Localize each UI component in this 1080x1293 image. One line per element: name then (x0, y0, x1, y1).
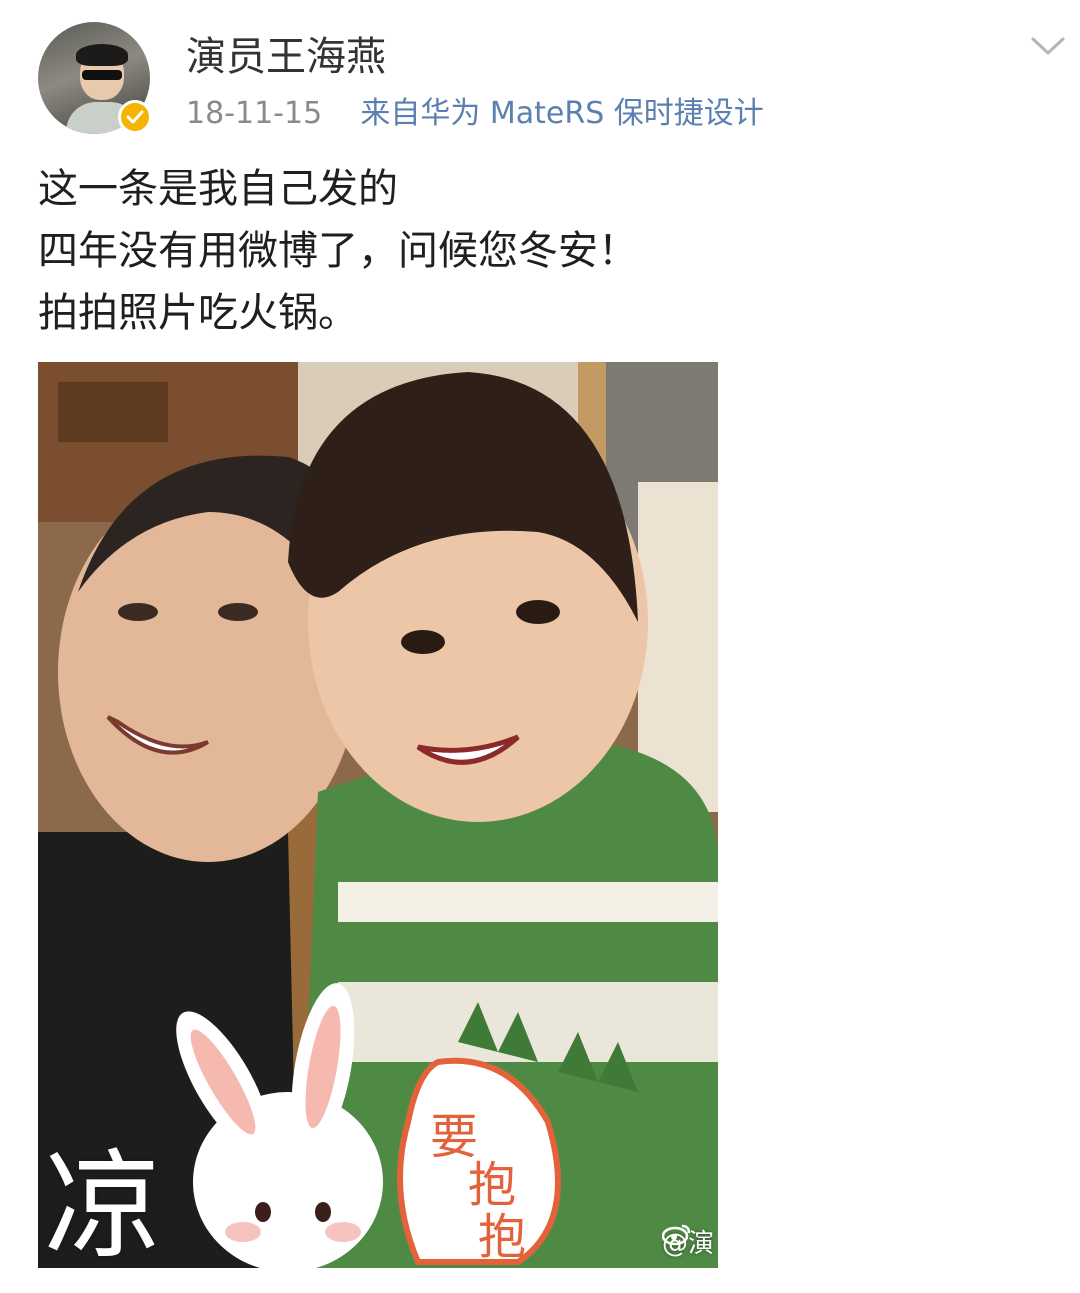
image-watermark: @演 (661, 1223, 714, 1260)
avatar-sunglasses (82, 70, 122, 80)
avatar-hair (76, 44, 128, 66)
post-image[interactable]: 凉 要 抱 抱 @演 (38, 362, 718, 1268)
sticker-bubble-char: 抱 (478, 1209, 527, 1265)
sticker-left-char: 凉 (44, 1137, 163, 1268)
post-source[interactable]: 来自华为 MateRS 保时捷设计 (360, 96, 763, 131)
post-date: 18-11-15 (186, 96, 323, 131)
post-text-line: 拍拍照片吃火锅。 (38, 290, 358, 336)
post-meta: 18-11-15 来自华为 MateRS 保时捷设计 (186, 94, 764, 134)
post-text-line: 四年没有用微博了，问候您冬安！ (38, 228, 638, 274)
chevron-down-icon[interactable] (1030, 34, 1066, 58)
author-name[interactable]: 演员王海燕 (186, 32, 386, 82)
post-text-line: 这一条是我自己发的 (38, 166, 398, 212)
weibo-post-card: 演员王海燕 18-11-15 来自华为 MateRS 保时捷设计 这一条是我自己… (0, 0, 1080, 1293)
weibo-logo-icon (661, 1224, 691, 1245)
verified-badge-icon (118, 100, 152, 134)
post-text: 这一条是我自己发的 四年没有用微博了，问候您冬安！ 拍拍照片吃火锅。 (38, 158, 1038, 344)
